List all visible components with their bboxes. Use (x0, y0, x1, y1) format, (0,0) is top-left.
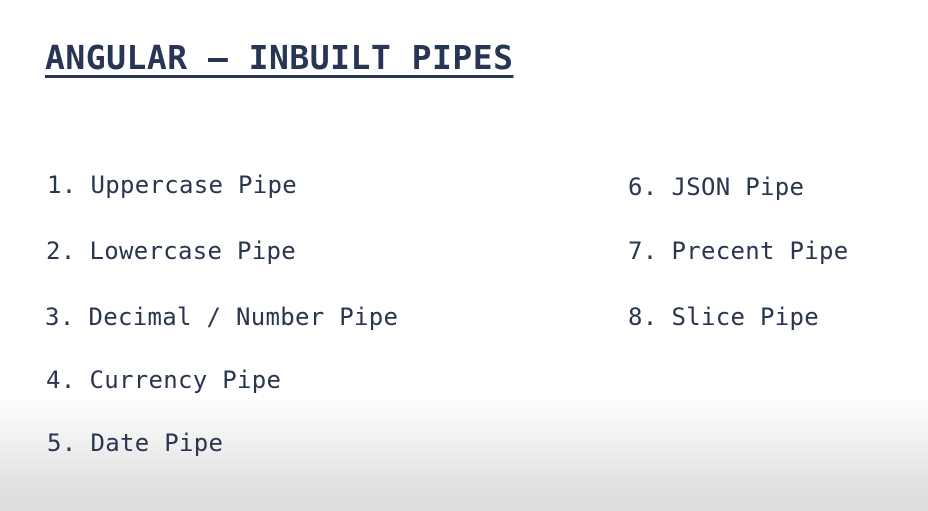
list-item: 7. Precent Pipe (628, 237, 849, 265)
slide: ANGULAR – INBUILT PIPES 1. Uppercase Pipe… (0, 0, 928, 511)
list-item-number: 3. (45, 303, 75, 331)
list-item-label: Slice Pipe (671, 303, 819, 331)
list-item-number: 4. (46, 366, 76, 394)
list-item-number: 5. (47, 429, 77, 457)
list-item: 1. Uppercase Pipe (47, 171, 297, 199)
list-item-label: Currency Pipe (89, 366, 282, 394)
list-item-label: Precent Pipe (671, 237, 849, 265)
list-item: 8. Slice Pipe (628, 303, 819, 331)
list-item-label: Uppercase Pipe (90, 171, 297, 199)
list-item: 5. Date Pipe (47, 429, 223, 457)
list-item-number: 6. (628, 173, 658, 201)
list-item-number: 2. (46, 237, 76, 265)
list-item-label: Date Pipe (90, 429, 224, 457)
list-item-label: Decimal / Number Pipe (88, 303, 399, 331)
list-item: 3. Decimal / Number Pipe (45, 303, 398, 331)
list-item-number: 1. (47, 171, 77, 199)
list-item: 4. Currency Pipe (46, 366, 281, 394)
list-item-label: JSON Pipe (671, 173, 805, 201)
list-item: 2. Lowercase Pipe (46, 237, 296, 265)
list-item: 6. JSON Pipe (628, 173, 804, 201)
list-item-number: 7. (628, 237, 658, 265)
list-item-label: Lowercase Pipe (89, 237, 296, 265)
slide-title: ANGULAR – INBUILT PIPES (45, 38, 514, 77)
list-item-number: 8. (628, 303, 658, 331)
